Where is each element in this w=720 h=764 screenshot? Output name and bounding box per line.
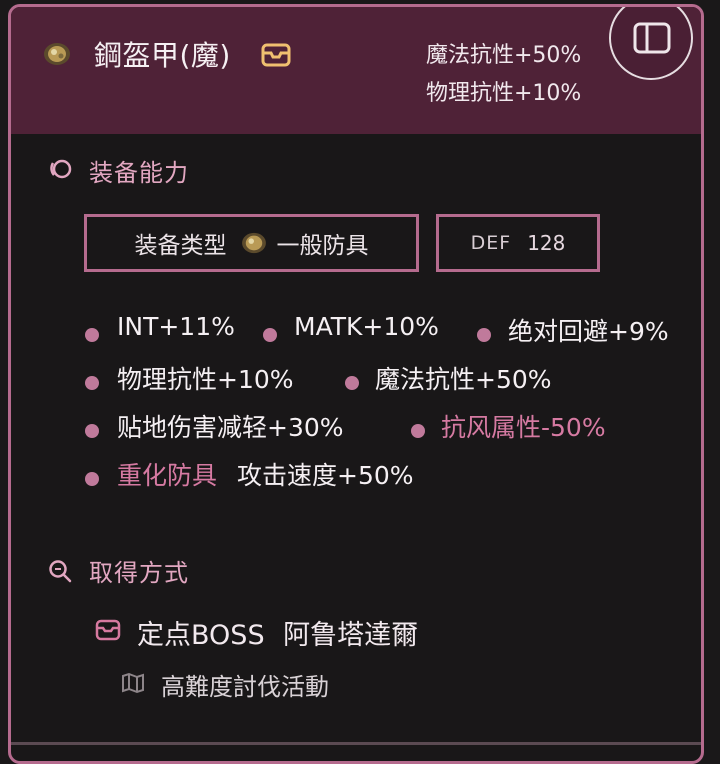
acquire-section-title: 取得方式 [89,559,189,587]
stat-item: 魔法抗性+50% [375,365,552,394]
bullet-dot [85,376,99,390]
source-label: 定点BOSS [137,620,265,651]
inbox-icon [95,619,121,641]
armor-icon [44,43,70,65]
orbit-icon [50,159,72,179]
stat-item: 贴地伤害减轻+30% [117,413,344,442]
def-value: 128 [527,231,566,255]
bullet-dot [85,328,99,342]
equip-type-label: 装备类型 [134,233,227,259]
equipment-card: 鋼盔甲(魔) 魔法抗性+50% 物理抗性+10% 装备能力 装备类型 一般防具 [8,4,704,764]
card-header: 鋼盔甲(魔) 魔法抗性+50% 物理抗性+10% [11,7,701,134]
source-value[interactable]: 阿鲁塔達爾 [283,620,418,651]
stat-item: INT+11% [117,312,235,341]
def-label: DEF [470,232,512,254]
bullet-dot [85,424,99,438]
item-name: 鋼盔甲(魔) [94,39,231,72]
sidebar-toggle-button[interactable] [609,7,693,80]
divider [11,742,701,745]
heavy-armor-value: 攻击速度+50% [237,461,414,490]
acquire-source: 定点BOSS 阿鲁塔達爾 [137,613,418,652]
stat-item: 物理抗性+10% [117,365,294,394]
bullet-dot [477,328,491,342]
map-icon [122,672,144,694]
stat-item: 抗风属性-50% [441,413,606,442]
equip-type-tag: 装备类型 一般防具 [84,214,419,272]
stat-item: 绝对回避+9% [508,317,669,346]
inbox-icon[interactable] [261,42,291,68]
stat-item: MATK+10% [294,312,439,341]
resist-summary: 魔法抗性+50% 物理抗性+10% [426,37,581,113]
acquire-note: 高難度討伐活動 [161,673,329,701]
sidebar-toggle-icon [633,22,671,54]
bullet-dot [411,424,425,438]
bullet-dot [345,376,359,390]
resist-physical: 物理抗性+10% [426,81,582,106]
equip-section-title: 装备能力 [89,159,189,187]
resist-magic: 魔法抗性+50% [426,43,582,68]
heavy-armor-label: 重化防具 [117,461,218,490]
bullet-dot [263,328,277,342]
equip-type-value: 一般防具 [276,233,369,259]
search-icon [49,560,72,583]
bullet-dot [85,472,99,486]
def-tag: DEF 128 [436,214,600,272]
armor-icon [241,232,266,254]
